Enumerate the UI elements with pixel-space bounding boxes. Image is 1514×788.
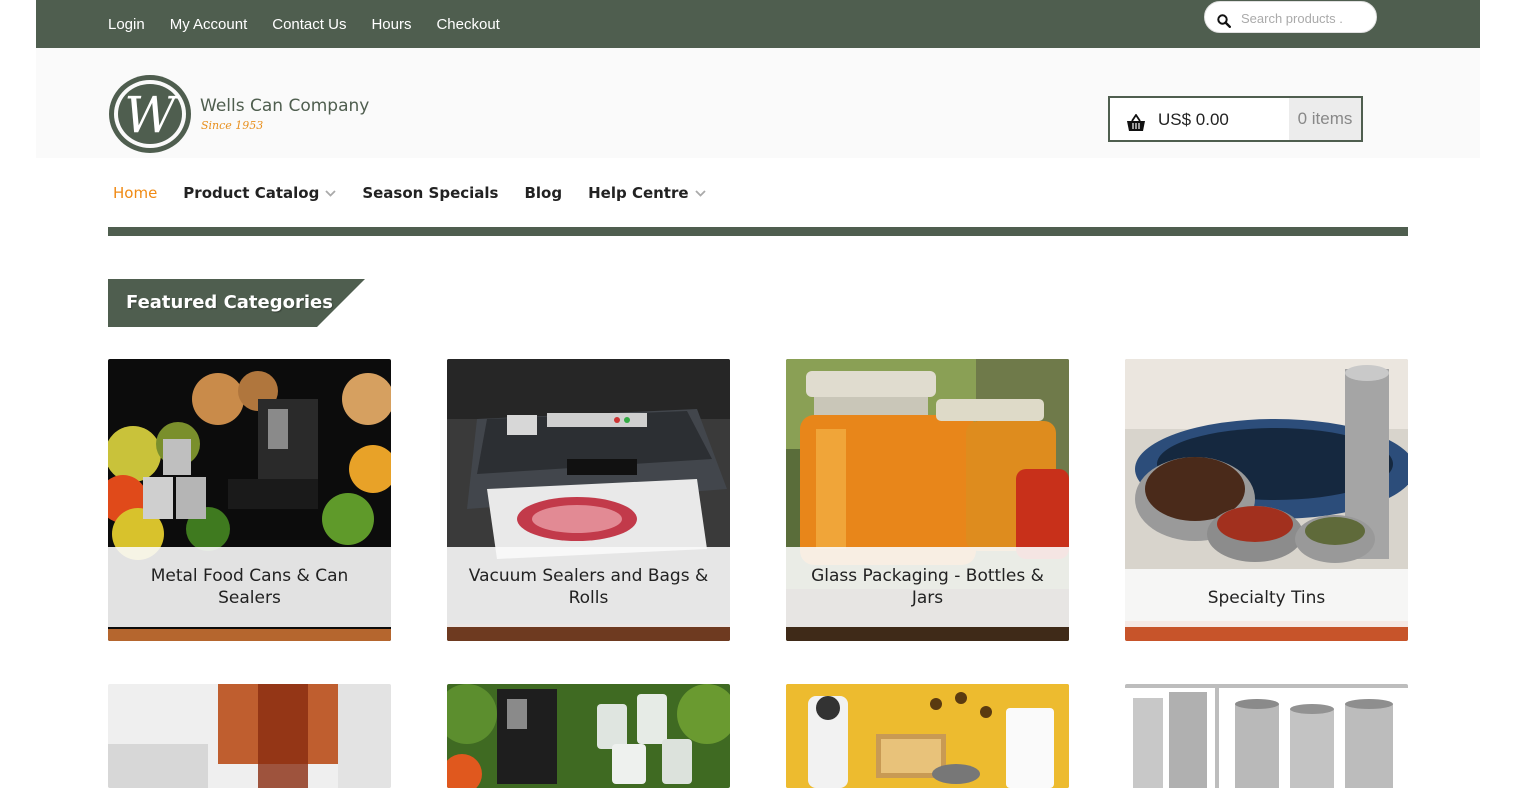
nav-divider	[108, 227, 1408, 236]
category-card-label[interactable]: Vacuum Sealers and Bags & Rolls	[447, 547, 730, 627]
basket-icon	[1127, 114, 1145, 131]
category-card-row2-1[interactable]	[108, 684, 391, 788]
nav-item-label: Product Catalog	[183, 184, 320, 202]
top-bar: Login My Account Contact Us Hours Checko…	[36, 0, 1480, 48]
hours-link[interactable]: Hours	[371, 16, 411, 33]
chevron-down-icon	[325, 189, 336, 197]
category-card-label[interactable]: Specialty Tins	[1125, 569, 1408, 627]
cart-amount: US$ 0.00	[1158, 110, 1229, 129]
nav-item-label: Help Centre	[588, 184, 689, 202]
category-card-vacuum-sealers[interactable]: Vacuum Sealers and Bags & Rolls	[447, 359, 730, 641]
category-image	[786, 684, 1069, 788]
nav-item-label: Home	[113, 184, 158, 202]
brand-tagline: Since 1953	[201, 119, 264, 132]
logo-letter: W	[124, 86, 179, 144]
chevron-down-icon	[694, 189, 706, 197]
category-card-label[interactable]: Metal Food Cans & Can Sealers	[108, 547, 391, 627]
category-card-specialty-tins[interactable]: Specialty Tins	[1125, 359, 1408, 641]
search-box[interactable]	[1204, 1, 1377, 33]
featured-heading-text: Featured Categories	[126, 292, 333, 313]
nav-item-home[interactable]: Home	[113, 184, 157, 202]
nav-item-blog[interactable]: Blog	[524, 184, 562, 202]
featured-heading: Featured Categories	[108, 279, 365, 327]
category-card-row2-4[interactable]	[1125, 684, 1408, 788]
content-area: Home Product Catalog Season Specials Blo…	[36, 158, 1480, 788]
category-card-row2-2[interactable]	[447, 684, 730, 788]
nav-item-product-catalog[interactable]: Product Catalog	[183, 184, 336, 202]
category-card-label[interactable]: Glass Packaging - Bottles & Jars	[786, 547, 1069, 627]
search-input[interactable]	[1241, 8, 1369, 28]
search-icon[interactable]	[1217, 14, 1231, 28]
category-image	[1125, 684, 1408, 788]
site-container: Login My Account Contact Us Hours Checko…	[36, 0, 1480, 788]
main-nav: Home Product Catalog Season Specials Blo…	[113, 184, 732, 202]
nav-item-season-specials[interactable]: Season Specials	[362, 184, 498, 202]
nav-item-label: Season Specials	[362, 184, 499, 202]
checkout-link[interactable]: Checkout	[436, 16, 499, 33]
top-links: Login My Account Contact Us Hours Checko…	[108, 0, 525, 48]
my-account-link[interactable]: My Account	[170, 16, 248, 33]
logo[interactable]: W	[108, 74, 192, 154]
category-image	[447, 684, 730, 788]
login-link[interactable]: Login	[108, 16, 145, 33]
category-card-glass-packaging[interactable]: Glass Packaging - Bottles & Jars	[786, 359, 1069, 641]
nav-item-help-centre[interactable]: Help Centre	[588, 184, 706, 202]
category-card-row2-3[interactable]	[786, 684, 1069, 788]
contact-us-link[interactable]: Contact Us	[272, 16, 346, 33]
category-image	[108, 684, 391, 788]
category-card-metal-food-cans[interactable]: Metal Food Cans & Can Sealers	[108, 359, 391, 641]
cart-item-count: 0 items	[1289, 98, 1361, 140]
cart-widget[interactable]: US$ 0.00 0 items	[1108, 96, 1363, 142]
nav-item-label: Blog	[524, 184, 563, 202]
brand-name: Wells Can Company	[200, 96, 370, 116]
